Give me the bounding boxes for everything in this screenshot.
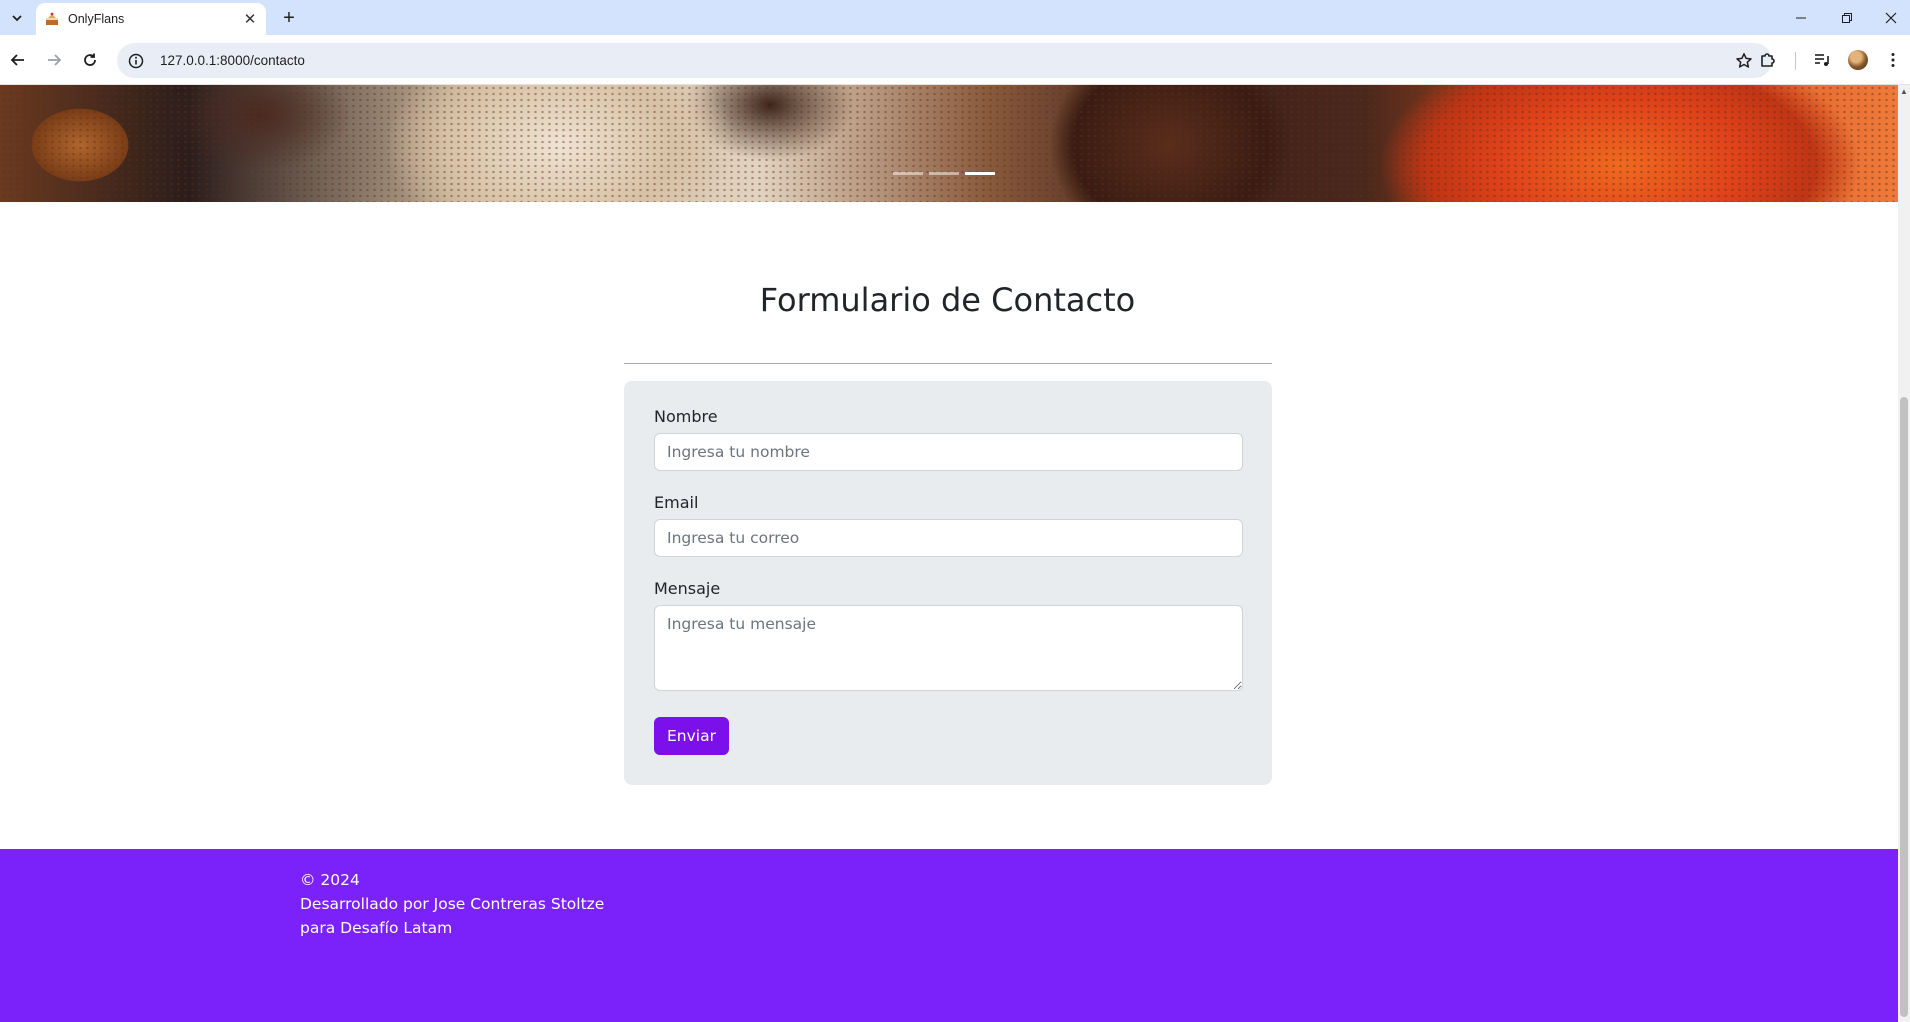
close-icon: ✕ <box>243 11 257 28</box>
chevron-down-icon <box>11 14 22 21</box>
back-button[interactable] <box>5 47 31 73</box>
restore-icon <box>1842 12 1852 23</box>
address-bar[interactable]: 127.0.0.1:8000/contacto <box>117 43 1772 78</box>
restore-button[interactable] <box>1824 0 1870 35</box>
name-input[interactable] <box>654 433 1243 471</box>
footer-credit: Desarrollado por Jose Contreras Stoltze <box>300 895 605 913</box>
hero-carousel[interactable] <box>0 85 1898 202</box>
plus-icon: + <box>283 6 295 29</box>
scroll-up-icon[interactable]: ▲ <box>1900 87 1908 96</box>
tab-title: OnlyFlans <box>68 12 125 26</box>
tab-search-button[interactable] <box>4 5 29 30</box>
message-label: Mensaje <box>654 579 721 598</box>
tab-strip: OnlyFlans ✕ + <box>0 0 1910 35</box>
media-control-icon <box>1815 54 1829 66</box>
star-icon <box>1736 52 1752 68</box>
kebab-menu-icon <box>1891 53 1895 67</box>
email-label: Email <box>654 493 699 512</box>
reload-icon <box>84 53 96 66</box>
close-window-button[interactable] <box>1868 0 1910 35</box>
page-title: Formulario de Contacto <box>759 281 1136 319</box>
minimize-icon <box>1796 17 1806 18</box>
close-icon <box>1885 12 1897 23</box>
page-viewport: Formulario de Contacto Nombre Email Mens… <box>0 85 1898 1022</box>
profile-avatar[interactable] <box>1848 50 1868 70</box>
info-icon[interactable] <box>126 51 146 71</box>
reload-button[interactable] <box>77 47 103 73</box>
carousel-image <box>0 85 1898 202</box>
carousel-indicator[interactable] <box>929 172 959 175</box>
minimize-button[interactable] <box>1778 0 1824 35</box>
carousel-indicators <box>893 172 995 175</box>
cake-icon <box>44 11 60 27</box>
submit-button[interactable]: Enviar <box>654 717 729 755</box>
arrow-left-icon <box>10 54 24 66</box>
carousel-indicator-active[interactable] <box>965 172 995 175</box>
toolbar-divider <box>1795 52 1796 70</box>
divider <box>624 363 1272 364</box>
carousel-indicator[interactable] <box>893 172 923 175</box>
new-tab-button[interactable]: + <box>276 5 302 31</box>
close-tab-button[interactable]: ✕ <box>240 9 260 29</box>
page-scrollbar[interactable]: ▲ <box>1898 85 1910 1022</box>
browser-menu-button[interactable] <box>1880 47 1906 73</box>
footer-organization: para Desafío Latam <box>300 919 453 937</box>
extensions-button[interactable] <box>1755 47 1781 73</box>
message-textarea[interactable] <box>654 605 1243 691</box>
puzzle-icon <box>1761 53 1775 67</box>
bookmark-button[interactable] <box>1732 49 1756 73</box>
browser-toolbar: 127.0.0.1:8000/contacto <box>0 35 1910 85</box>
scrollbar-thumb[interactable] <box>1900 397 1908 1017</box>
name-label: Nombre <box>654 407 718 426</box>
browser-tab[interactable]: OnlyFlans ✕ <box>36 3 266 35</box>
arrow-right-icon <box>48 54 62 66</box>
media-controls-button[interactable] <box>1809 47 1835 73</box>
site-footer: © 2024 Desarrollado por Jose Contreras S… <box>0 849 1898 1022</box>
footer-copyright: © 2024 <box>300 871 360 889</box>
forward-button[interactable] <box>41 47 67 73</box>
url-text[interactable]: 127.0.0.1:8000/contacto <box>160 53 1732 68</box>
contact-form: Nombre Email Mensaje Enviar <box>624 381 1272 785</box>
email-input[interactable] <box>654 519 1243 557</box>
